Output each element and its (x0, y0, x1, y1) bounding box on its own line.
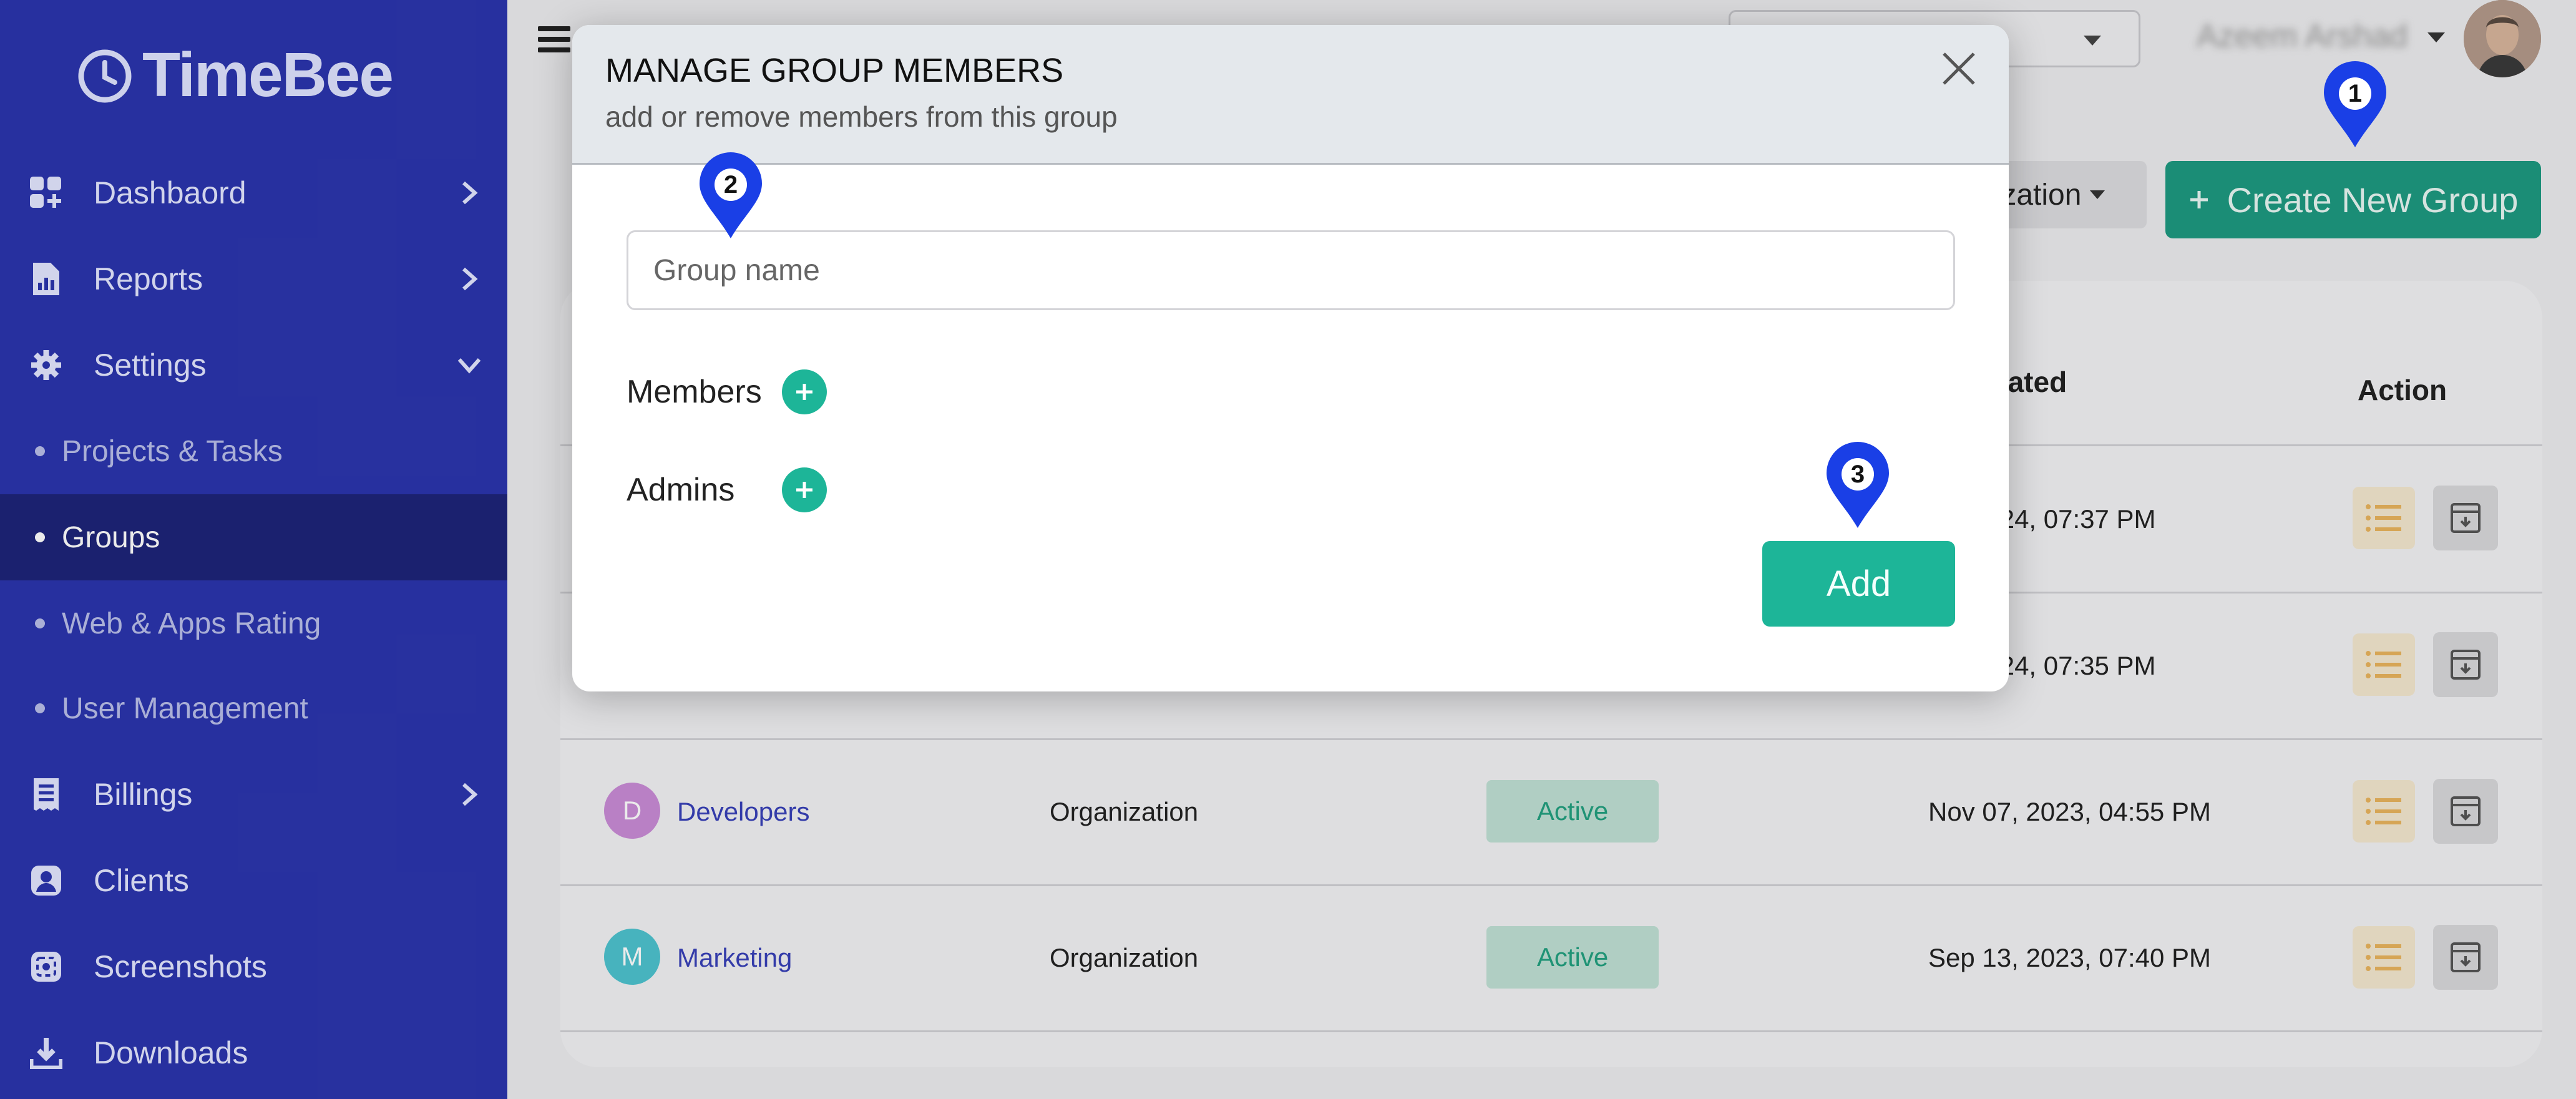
close-icon[interactable] (1934, 44, 1984, 94)
members-label: Members (627, 374, 762, 410)
step-marker-2: 2 (698, 152, 763, 240)
modal-title: MANAGE GROUP MEMBERS (605, 52, 1064, 89)
step-number: 2 (723, 170, 738, 198)
step-marker-3: 3 (1825, 442, 1890, 529)
manage-group-members-modal: MANAGE GROUP MEMBERS add or remove membe… (572, 25, 2009, 691)
step-marker-1: 1 (2323, 61, 2388, 149)
step-number: 3 (1850, 460, 1865, 488)
step-number: 1 (2348, 79, 2363, 107)
add-admin-button[interactable] (782, 467, 827, 512)
add-button[interactable]: Add (1762, 541, 1955, 627)
plus-icon (796, 482, 812, 498)
plus-icon (796, 384, 812, 400)
modal-subtitle: add or remove members from this group (605, 100, 1118, 133)
add-member-button[interactable] (782, 369, 827, 414)
admins-label: Admins (627, 472, 735, 508)
modal-header: MANAGE GROUP MEMBERS add or remove membe… (572, 25, 2009, 165)
group-name-input[interactable] (627, 230, 1955, 310)
